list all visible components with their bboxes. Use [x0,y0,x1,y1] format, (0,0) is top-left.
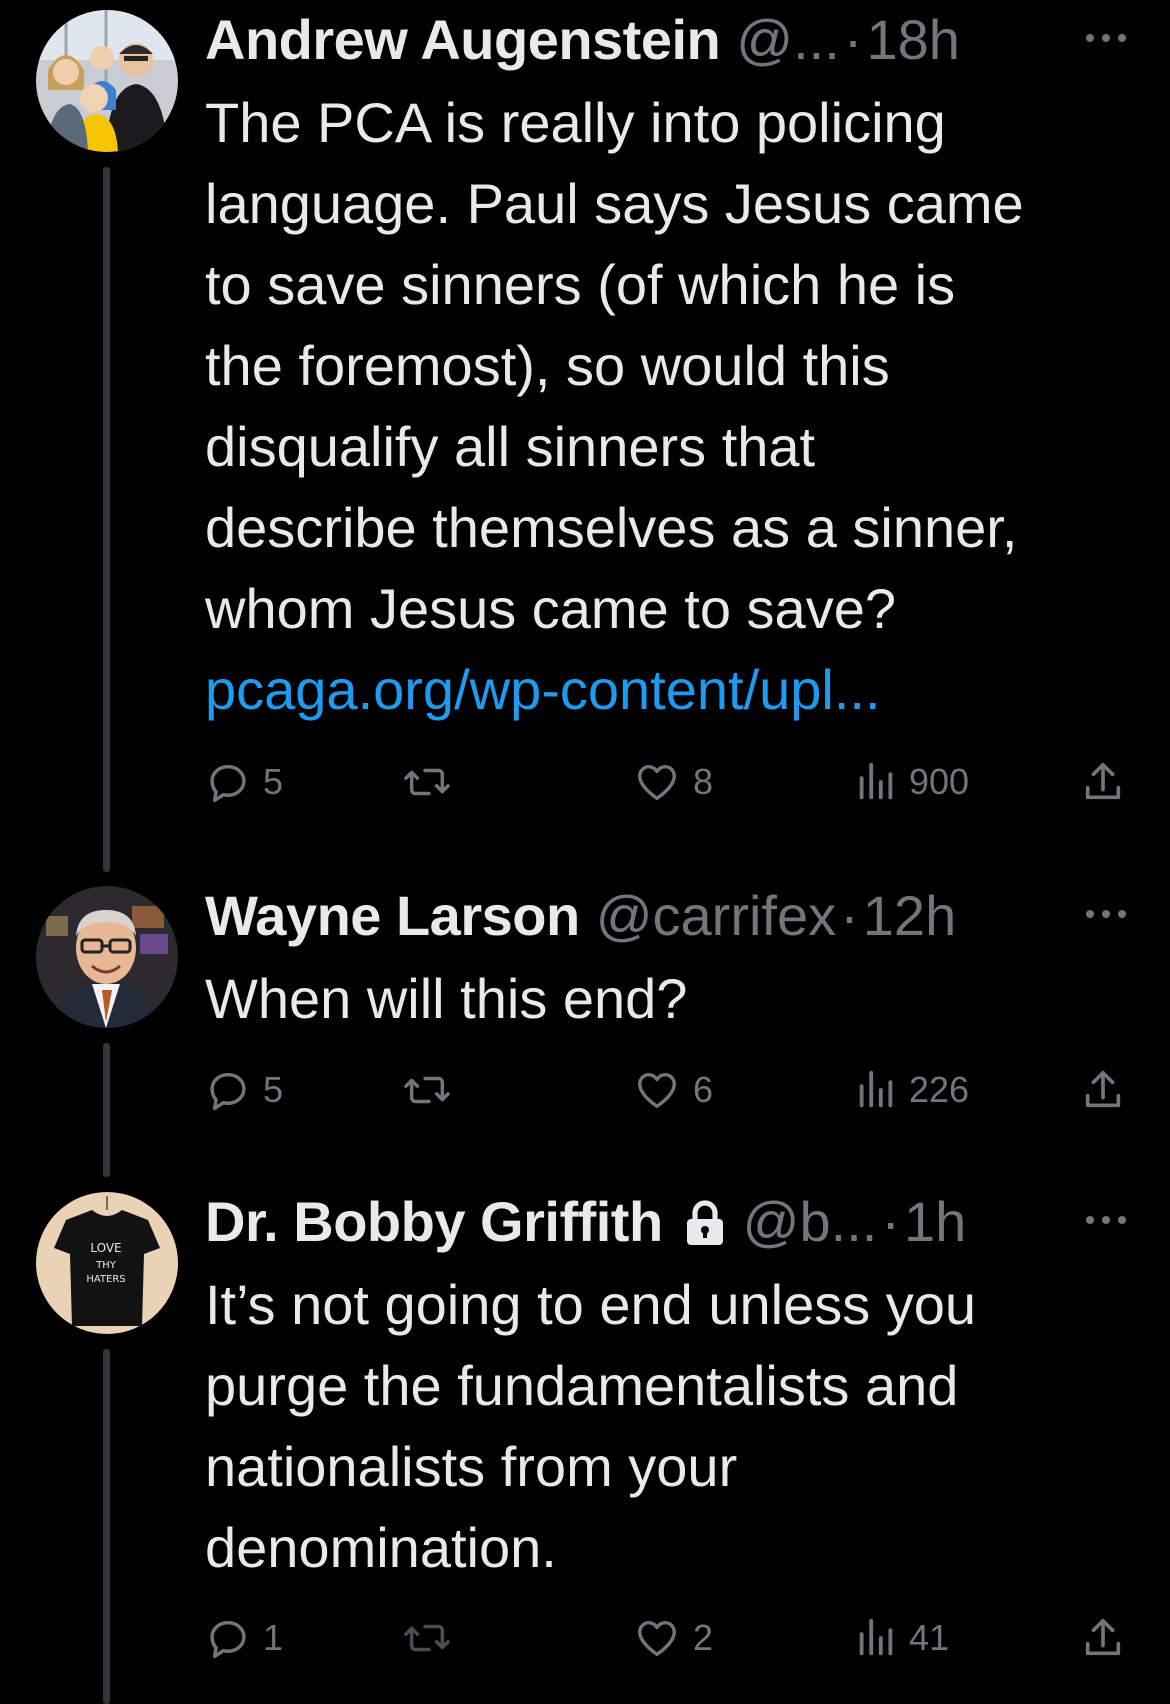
like-count: 6 [693,1069,714,1110]
display-name[interactable]: Wayne Larson [205,883,580,948]
user-handle[interactable]: @carrifex [596,883,836,948]
share-icon [1081,1067,1125,1113]
tweet-text-line: The PCA is really into policing [205,91,946,154]
view-count: 900 [909,761,970,802]
more-options-icon[interactable] [1082,894,1130,934]
reply-button[interactable]: 5 [205,1062,283,1118]
tweet-text: It’s not going to end unless you purge t… [205,1264,1125,1588]
display-name[interactable]: Andrew Augenstein [205,7,721,72]
share-icon [1081,1615,1125,1661]
family-photo-avatar[interactable] [36,10,178,152]
tweet-actions: 1 2 41 [205,1610,1125,1666]
share-button[interactable] [1081,754,1125,810]
tweet-text-line: nationalists from your [205,1435,738,1498]
views-chart-icon [855,1067,897,1113]
reply-count: 5 [263,761,284,802]
tweet-text-line: the foremost), so would this [205,334,890,397]
reply-icon [205,1067,251,1113]
separator-dot: · [840,883,859,947]
man-portrait-avatar[interactable] [36,886,178,1028]
tweet-header: Andrew Augenstein @... · 18h [205,0,1110,78]
tweet-header: Wayne Larson @carrifex · 12h [205,876,1110,954]
thread-line [103,1043,110,1177]
lock-icon [683,1196,727,1246]
tweet-text: When will this end? [205,958,1125,1039]
share-button[interactable] [1081,1610,1125,1666]
heart-icon [633,1067,681,1113]
heart-icon [633,1615,681,1661]
tweet-link[interactable]: pcaga.org/wp-content/upl... [205,649,1125,730]
thread-line [103,167,110,872]
tweet-text-line: whom Jesus came to save? [205,577,896,640]
timestamp[interactable]: 1h [904,1189,966,1254]
reply-button[interactable]: 5 [205,754,283,810]
timestamp[interactable]: 18h [866,7,959,72]
tweet-actions: 5 6 226 [205,1062,1125,1118]
like-button[interactable]: 8 [633,754,713,810]
tweet[interactable]: LOVE THY HATERS Dr. Bobby Griffith @b...… [0,1182,1170,1704]
view-count: 226 [909,1069,970,1110]
tweet-text: The PCA is really into policing language… [205,82,1125,730]
reply-button[interactable]: 1 [205,1610,283,1666]
tweet-text-line: describe themselves as a sinner, [205,496,1018,559]
heart-icon [633,759,681,805]
reply-icon [205,1615,251,1661]
tweet-text-line: When will this end? [205,967,688,1030]
retweet-icon [401,1067,453,1113]
avatar-shirt-text: LOVE [90,1241,121,1255]
thread-line [103,1349,110,1704]
timestamp[interactable]: 12h [863,883,956,948]
view-count: 41 [909,1617,950,1658]
retweet-button[interactable] [401,1062,465,1118]
tweet-text-line: disqualify all sinners that [205,415,816,478]
views-button[interactable]: 900 [855,754,969,810]
views-chart-icon [855,759,897,805]
views-button[interactable]: 226 [855,1062,969,1118]
like-count: 8 [693,761,714,802]
separator-dot: · [843,7,863,71]
like-button[interactable]: 6 [633,1062,713,1118]
tweet-actions: 5 8 900 [205,754,1125,810]
avatar-shirt-text: HATERS [86,1274,125,1285]
share-icon [1081,759,1125,805]
tweet-text-line: language. Paul says Jesus came [205,172,1024,235]
tweet-text-line: denomination. [205,1516,557,1579]
display-name[interactable]: Dr. Bobby Griffith [205,1189,663,1254]
tweet[interactable]: Wayne Larson @carrifex · 12h When will t… [0,876,1170,1177]
user-handle[interactable]: @b... [743,1189,878,1254]
tweet-text-line: purge the fundamentalists and [205,1354,959,1417]
more-options-icon[interactable] [1082,18,1130,58]
share-button[interactable] [1081,1062,1125,1118]
more-options-icon[interactable] [1082,1200,1130,1240]
like-button[interactable]: 2 [633,1610,713,1666]
tweet-text-line: to save sinners (of which he is [205,253,956,316]
views-button[interactable]: 41 [855,1610,949,1666]
views-chart-icon [855,1615,897,1661]
reply-count: 5 [263,1069,284,1110]
retweet-button[interactable] [401,1610,465,1666]
tshirt-avatar[interactable]: LOVE THY HATERS [36,1192,178,1334]
reply-icon [205,759,251,805]
separator-dot: · [881,1189,900,1253]
reply-count: 1 [263,1617,284,1658]
retweet-icon [401,759,453,805]
tweet[interactable]: Andrew Augenstein @... · 18h The PCA is … [0,0,1170,880]
tweet-text-line: It’s not going to end unless you [205,1273,977,1336]
tweet-header: Dr. Bobby Griffith @b... · 1h [205,1182,1110,1260]
retweet-button[interactable] [401,754,465,810]
retweet-icon [401,1615,453,1661]
avatar-shirt-text: THY [95,1260,117,1271]
like-count: 2 [693,1617,714,1658]
user-handle[interactable]: @... [736,7,840,72]
